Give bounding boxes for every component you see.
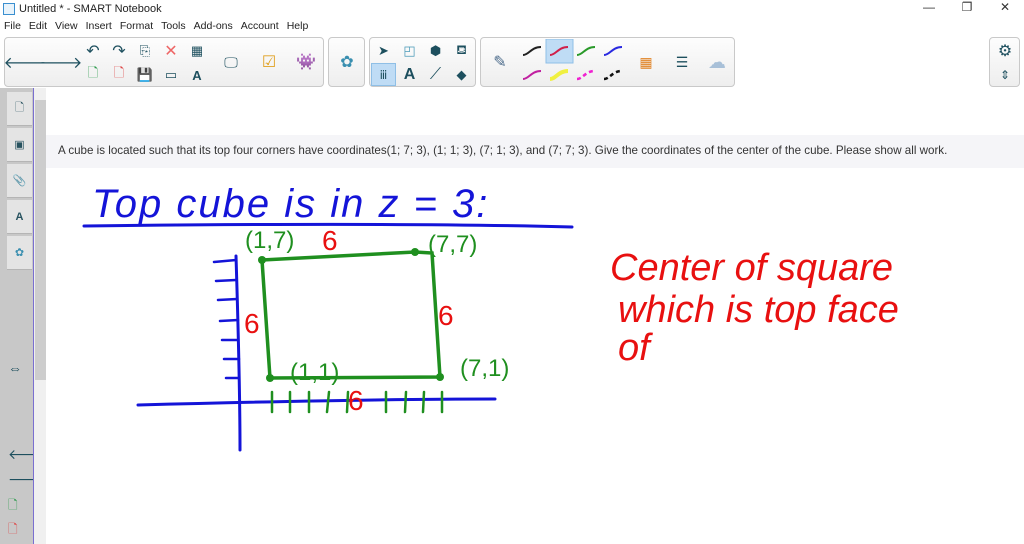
- label-side-bottom: 6: [348, 385, 364, 416]
- note-line-2: which is top face: [618, 289, 899, 331]
- label-side-right: 6: [438, 300, 454, 331]
- note-line-3: of: [618, 327, 653, 369]
- note-line-1: Center of square: [610, 247, 893, 289]
- label-corner-1-7: (1,7): [245, 227, 294, 254]
- heading-handwriting: Top cube is in z = 3:: [92, 182, 489, 226]
- label-side-top: 6: [322, 225, 338, 256]
- corner-points: [258, 248, 444, 382]
- label-corner-7-1: (7,1): [460, 355, 509, 382]
- label-corner-7-7: (7,7): [428, 231, 477, 258]
- square-top-face: [260, 250, 442, 380]
- label-corner-1-1: (1,1): [290, 359, 339, 386]
- label-side-left: 6: [244, 308, 260, 339]
- y-axis: [234, 254, 242, 452]
- handwriting-layer: Top cube is in z = 3: (1,7) (7,7) (1,1) …: [82, 182, 899, 452]
